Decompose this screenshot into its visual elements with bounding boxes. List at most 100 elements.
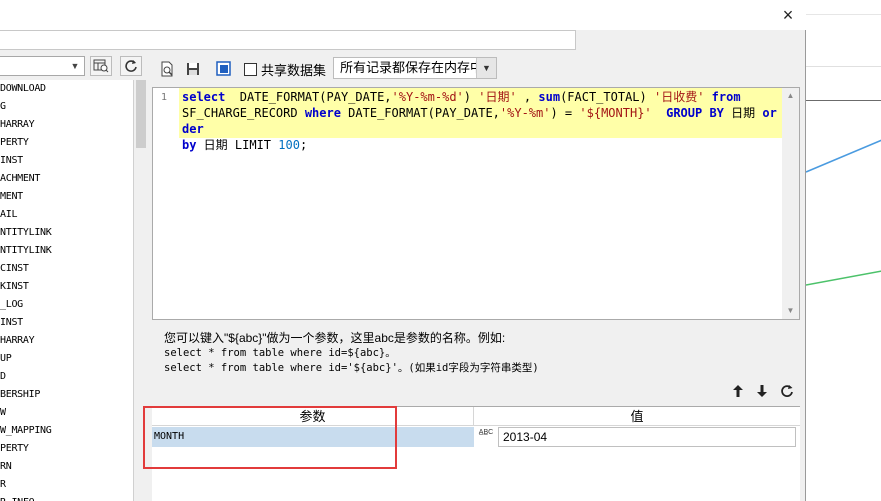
table-list-item[interactable]: MENT	[0, 188, 133, 206]
type-abc-icon[interactable]: A̲B̲C	[475, 427, 497, 447]
refresh-icon	[125, 60, 137, 72]
table-list-item[interactable]: PERTY	[0, 440, 133, 458]
chart-line-green	[806, 270, 881, 286]
refresh-icon	[781, 385, 793, 397]
share-dataset-option[interactable]: 共享数据集	[244, 60, 326, 78]
table-list-item[interactable]: DOWNLOAD	[0, 80, 133, 98]
table-list-item[interactable]: BERSHIP	[0, 386, 133, 404]
line-number: 1	[161, 92, 168, 103]
table-list-item[interactable]: KINST	[0, 278, 133, 296]
table-list-item[interactable]: W	[0, 404, 133, 422]
editor-scrollbar[interactable]: ▲ ▼	[782, 88, 799, 319]
hint-example: select * from table where id=${abc}。	[164, 347, 396, 359]
table-search-icon	[93, 59, 109, 73]
table-list[interactable]: DOWNLOAD G HARRAY PERTY INST ACHMENT MENT AIL NT…	[0, 80, 134, 501]
sql-token: DATE_FORMAT(PAY_DATE,	[225, 90, 392, 104]
sql-text[interactable]: select DATE_FORMAT(PAY_DATE,'%Y-%m-%d') …	[182, 89, 782, 153]
table-list-item[interactable]: D	[0, 368, 133, 386]
chevron-down-icon: ▼	[70, 61, 80, 71]
chart-line-blue	[806, 139, 881, 173]
table-list-item[interactable]: NTITYLINK	[0, 242, 133, 260]
table-list-item[interactable]: AIL	[0, 206, 133, 224]
sql-token: ;	[299, 138, 308, 152]
screen: × ▼ DOWNLOAD G HARRAY PERTY INST ACHMENT MENT A…	[0, 0, 881, 501]
parameter-table: 参数 值 MONTH A̲B̲C 2013-04	[152, 406, 800, 501]
sql-token: DATE_FORMAT(PAY_DATE,	[340, 106, 500, 120]
code-area[interactable]: select DATE_FORMAT(PAY_DATE,'%Y-%m-%d') …	[179, 88, 783, 319]
name-field[interactable]	[0, 30, 576, 50]
toolbar: 共享数据集 所有记录都保存在内存中 ▼	[152, 54, 802, 82]
sql-keyword: from	[711, 90, 741, 104]
table-list-item[interactable]: INST	[0, 152, 133, 170]
storage-mode-select[interactable]: 所有记录都保存在内存中 ▼	[333, 57, 497, 79]
sql-token: 日期 LIMIT	[196, 138, 279, 152]
sql-token: 日期	[723, 106, 763, 120]
column-header-param: 参数	[152, 407, 474, 426]
sql-string: '%Y-%m-%d'	[391, 90, 464, 104]
sql-string: '${MONTH}'	[579, 106, 652, 120]
close-button[interactable]: ×	[778, 5, 798, 25]
parameter-hint: 您可以键入"${abc}"做为一个参数，这里abc是参数的名称。例如: sele…	[164, 330, 794, 376]
sql-string: '日收费'	[653, 90, 705, 104]
table-list-item[interactable]: NTITYLINK	[0, 224, 133, 242]
column-header-value: 值	[474, 407, 800, 426]
line-gutter: 1	[153, 88, 179, 319]
arrow-down-icon	[757, 385, 767, 397]
table-list-scrollbar[interactable]	[134, 80, 148, 501]
sql-keyword: GROUP BY	[666, 106, 724, 120]
search-table-button[interactable]	[90, 56, 112, 76]
table-list-item[interactable]: CINST	[0, 260, 133, 278]
table-list-item[interactable]: W_MAPPING	[0, 422, 133, 440]
save-button[interactable]	[182, 58, 204, 80]
sql-number: 100	[278, 138, 300, 152]
share-dataset-checkbox[interactable]	[244, 62, 257, 76]
param-value-input[interactable]: 2013-04	[498, 427, 796, 447]
table-list-item[interactable]: UP	[0, 350, 133, 368]
storage-mode-value: 所有记录都保存在内存中	[340, 60, 484, 75]
sql-string: '%Y-%m'	[499, 106, 551, 120]
edit-sql-button[interactable]	[213, 58, 235, 80]
table-list-item[interactable]: R_INFO	[0, 494, 133, 501]
hint-example: select * from table where id='${abc}'。(如…	[164, 362, 539, 374]
sql-keyword: where	[304, 106, 341, 120]
chevron-down-icon: ▼	[476, 58, 496, 78]
connection-select[interactable]: ▼	[0, 56, 85, 76]
table-list-item[interactable]: G	[0, 98, 133, 116]
sql-keyword: select	[182, 90, 226, 104]
sql-keyword: sum	[538, 90, 561, 104]
preview-button[interactable]	[156, 58, 178, 80]
share-dataset-label: 共享数据集	[261, 62, 327, 78]
sql-keyword: by	[182, 138, 197, 152]
move-down-button[interactable]	[753, 382, 771, 400]
table-list-item[interactable]: R	[0, 476, 133, 494]
refresh-params-button[interactable]	[778, 382, 796, 400]
table-list-item[interactable]: ACHMENT	[0, 170, 133, 188]
scrollbar-thumb[interactable]	[136, 80, 146, 148]
title-bar: ×	[0, 0, 806, 30]
hint-line: 您可以键入"${abc}"做为一个参数，这里abc是参数的名称。例如:	[164, 331, 506, 345]
arrow-up-icon	[733, 385, 743, 397]
sql-editor[interactable]: 1 select DATE_FORMAT(PAY_DATE,'%Y-%m-%d'…	[152, 87, 800, 320]
table-list-item[interactable]: INST	[0, 314, 133, 332]
table-row[interactable]: MONTH A̲B̲C 2013-04	[152, 427, 800, 447]
background-window	[805, 0, 881, 501]
scroll-down-icon[interactable]: ▼	[782, 303, 799, 319]
refresh-button[interactable]	[120, 56, 142, 76]
move-up-button[interactable]	[729, 382, 747, 400]
scroll-up-icon[interactable]: ▲	[782, 88, 799, 104]
sql-token: ) =	[550, 106, 580, 120]
dataset-dialog: × ▼ DOWNLOAD G HARRAY PERTY INST ACHMENT MENT A…	[0, 0, 806, 501]
sql-token: ,	[516, 90, 539, 104]
param-name-cell[interactable]: MONTH	[152, 427, 474, 447]
sql-token: SF_CHARGE_RECORD	[182, 106, 298, 120]
table-list-item[interactable]: HARRAY	[0, 116, 133, 134]
floppy-icon	[187, 63, 199, 75]
table-list-item[interactable]: _LOG	[0, 296, 133, 314]
table-list-item[interactable]: PERTY	[0, 134, 133, 152]
preview-icon	[161, 61, 173, 77]
table-list-item[interactable]: HARRAY	[0, 332, 133, 350]
sql-token: )	[463, 90, 479, 104]
table-list-item[interactable]: RN	[0, 458, 133, 476]
